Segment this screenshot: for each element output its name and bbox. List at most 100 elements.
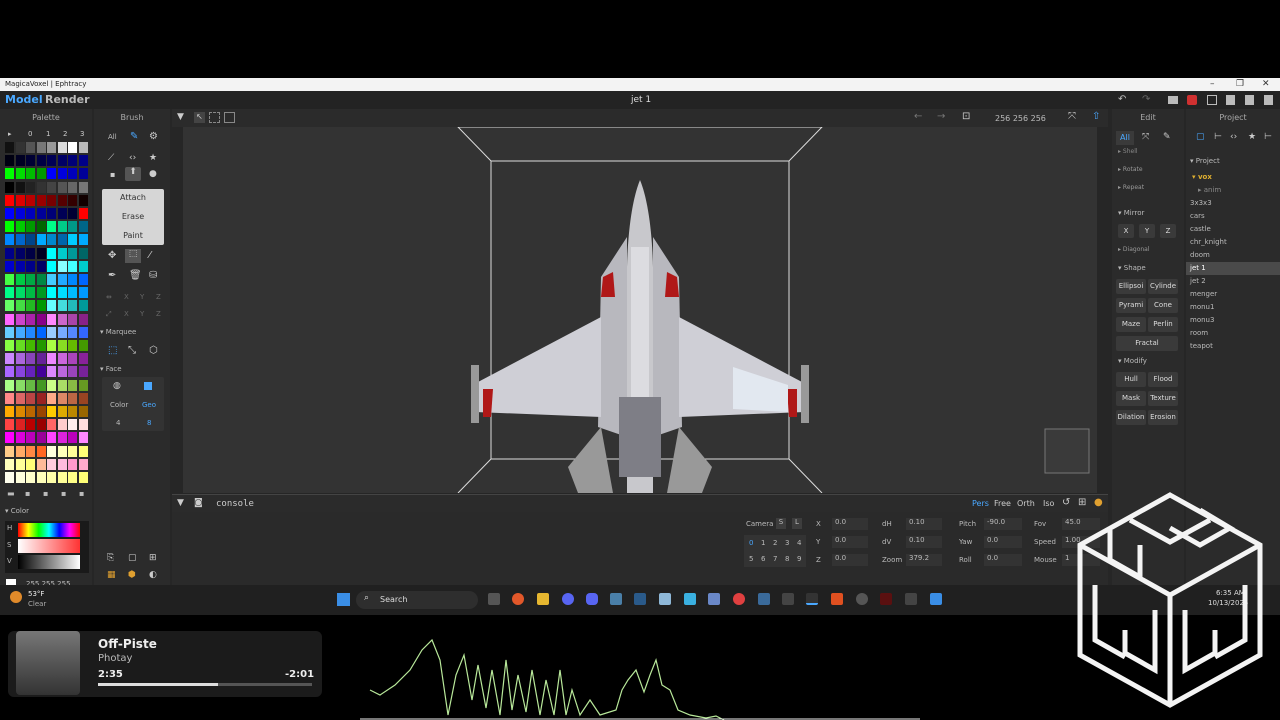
crop-icon[interactable]: ⊡ bbox=[962, 111, 970, 122]
start-icon[interactable] bbox=[337, 593, 350, 606]
mirror-y-button[interactable]: Y bbox=[1139, 224, 1155, 238]
palette-swatch[interactable] bbox=[47, 419, 56, 431]
shift-left-icon[interactable]: ← bbox=[914, 111, 922, 122]
camera-slot[interactable]: 2 bbox=[773, 539, 777, 547]
folder-icon[interactable]: ▬ bbox=[7, 489, 15, 498]
saturation-slider[interactable] bbox=[18, 539, 80, 553]
palette-swatch[interactable] bbox=[5, 234, 14, 246]
palette-swatch[interactable] bbox=[36, 313, 46, 325]
marquee-cube-icon[interactable]: ⬡ bbox=[149, 345, 158, 356]
favorite-icon[interactable]: ★ bbox=[1248, 132, 1256, 142]
palette-swatch[interactable] bbox=[15, 247, 25, 259]
project-file[interactable]: chr_knight bbox=[1186, 236, 1280, 249]
palette-swatch[interactable] bbox=[68, 260, 77, 272]
palette-swatch[interactable] bbox=[15, 194, 25, 206]
palette-swatch[interactable] bbox=[78, 142, 88, 153]
palette-swatch[interactable] bbox=[47, 379, 56, 391]
full-region-icon[interactable] bbox=[224, 112, 235, 123]
palette-swatch[interactable] bbox=[26, 366, 35, 378]
palette-swatch[interactable] bbox=[15, 221, 25, 233]
palette-swatch[interactable] bbox=[47, 392, 56, 404]
grid-icon[interactable]: ⊞ bbox=[149, 553, 157, 563]
palette-swatch[interactable] bbox=[78, 274, 88, 285]
folder-view-icon[interactable]: ▢ bbox=[1196, 132, 1205, 142]
palette-swatch[interactable] bbox=[36, 458, 46, 470]
project-file[interactable]: jet 1 bbox=[1186, 262, 1280, 275]
palette-swatch[interactable] bbox=[47, 287, 56, 299]
move-icon[interactable]: ✥ bbox=[108, 250, 116, 261]
palette-swatch[interactable] bbox=[36, 340, 46, 351]
flip-icon[interactable]: ⇹ bbox=[106, 293, 112, 301]
palette-swatch[interactable] bbox=[57, 406, 67, 417]
palette-swatch[interactable] bbox=[68, 313, 77, 325]
camera-roll-field[interactable]: 0.0 bbox=[984, 554, 1022, 566]
copy-icon[interactable] bbox=[1245, 95, 1254, 105]
copy-palette-icon[interactable]: ▪ bbox=[43, 489, 48, 498]
palette-swatch[interactable] bbox=[5, 142, 14, 153]
palette-swatch[interactable] bbox=[47, 168, 56, 180]
palette-swatch[interactable] bbox=[57, 445, 67, 457]
palette-swatch[interactable] bbox=[78, 194, 88, 206]
palette-swatch[interactable] bbox=[5, 419, 14, 431]
wrench-icon[interactable]: ✎ bbox=[1163, 132, 1171, 142]
palette-swatch[interactable] bbox=[57, 313, 67, 325]
palette-swatch[interactable] bbox=[78, 181, 88, 193]
palette-swatch[interactable] bbox=[36, 181, 46, 193]
project-file[interactable]: jet 2 bbox=[1186, 275, 1280, 288]
palette-swatch[interactable] bbox=[5, 181, 14, 193]
resize-icon[interactable]: ⤧ bbox=[1142, 132, 1149, 142]
palette-swatch[interactable] bbox=[47, 458, 56, 470]
region-icon[interactable] bbox=[209, 112, 220, 123]
tree-icon[interactable]: ⊢ bbox=[1214, 132, 1222, 142]
palette-swatch[interactable] bbox=[15, 419, 25, 431]
line-brush-icon[interactable]: ⟋ bbox=[108, 153, 114, 163]
palette-swatch[interactable] bbox=[68, 194, 77, 206]
palette-swatch[interactable] bbox=[26, 181, 35, 193]
camera-dv-field[interactable]: 0.10 bbox=[906, 536, 942, 548]
camera-z-field[interactable]: 0.0 bbox=[832, 554, 868, 566]
face-color-label[interactable]: Color bbox=[110, 401, 128, 409]
console-input[interactable]: console bbox=[216, 499, 254, 509]
anim-folder[interactable]: ▸ anim bbox=[1198, 186, 1221, 194]
palette-swatch[interactable] bbox=[47, 406, 56, 417]
axis-x[interactable]: X bbox=[124, 293, 129, 301]
palette-swatch[interactable] bbox=[57, 300, 67, 312]
discord-icon[interactable] bbox=[586, 593, 598, 605]
palette-swatch[interactable] bbox=[26, 260, 35, 272]
weather-condition[interactable]: Clear bbox=[28, 600, 46, 608]
palette-swatch[interactable] bbox=[36, 432, 46, 444]
palette-swatch[interactable] bbox=[78, 260, 88, 272]
track-progress-bar[interactable] bbox=[98, 683, 312, 686]
palette-swatch[interactable] bbox=[68, 326, 77, 338]
palette-swatch[interactable] bbox=[15, 379, 25, 391]
palette-swatch[interactable] bbox=[5, 406, 14, 417]
palette-swatch[interactable] bbox=[47, 366, 56, 378]
palette-swatch[interactable] bbox=[26, 326, 35, 338]
chrome-icon[interactable] bbox=[733, 593, 745, 605]
palette-swatch[interactable] bbox=[36, 234, 46, 246]
palette-swatch[interactable] bbox=[57, 194, 67, 206]
project-file[interactable]: cars bbox=[1186, 210, 1280, 223]
view-pers[interactable]: Pers bbox=[972, 499, 989, 508]
project-file[interactable]: room bbox=[1186, 327, 1280, 340]
code-view-icon[interactable]: ‹› bbox=[1230, 132, 1237, 142]
palette-swatch[interactable] bbox=[57, 419, 67, 431]
attach-button[interactable]: Attach bbox=[102, 189, 164, 207]
star-icon[interactable]: ★ bbox=[149, 153, 157, 163]
camera-slot[interactable]: 5 bbox=[749, 555, 753, 563]
axis-y[interactable]: Y bbox=[140, 293, 144, 301]
face-geo-label[interactable]: Geo bbox=[142, 401, 156, 409]
palette-swatch[interactable] bbox=[5, 208, 14, 219]
palette-swatch[interactable] bbox=[36, 155, 46, 167]
palette-swatch[interactable] bbox=[78, 247, 88, 259]
palette-swatch[interactable] bbox=[68, 366, 77, 378]
palette-swatch[interactable] bbox=[36, 379, 46, 391]
palette-swatch[interactable] bbox=[5, 432, 14, 444]
palette-swatch[interactable] bbox=[26, 234, 35, 246]
mirror-x-button[interactable]: X bbox=[1118, 224, 1134, 238]
palette-swatch[interactable] bbox=[5, 300, 14, 312]
palette-swatch[interactable] bbox=[68, 472, 77, 483]
model-size[interactable]: 256 256 256 bbox=[995, 114, 1046, 123]
camera-slot[interactable]: 1 bbox=[761, 539, 765, 547]
palette-swatch[interactable] bbox=[15, 208, 25, 219]
